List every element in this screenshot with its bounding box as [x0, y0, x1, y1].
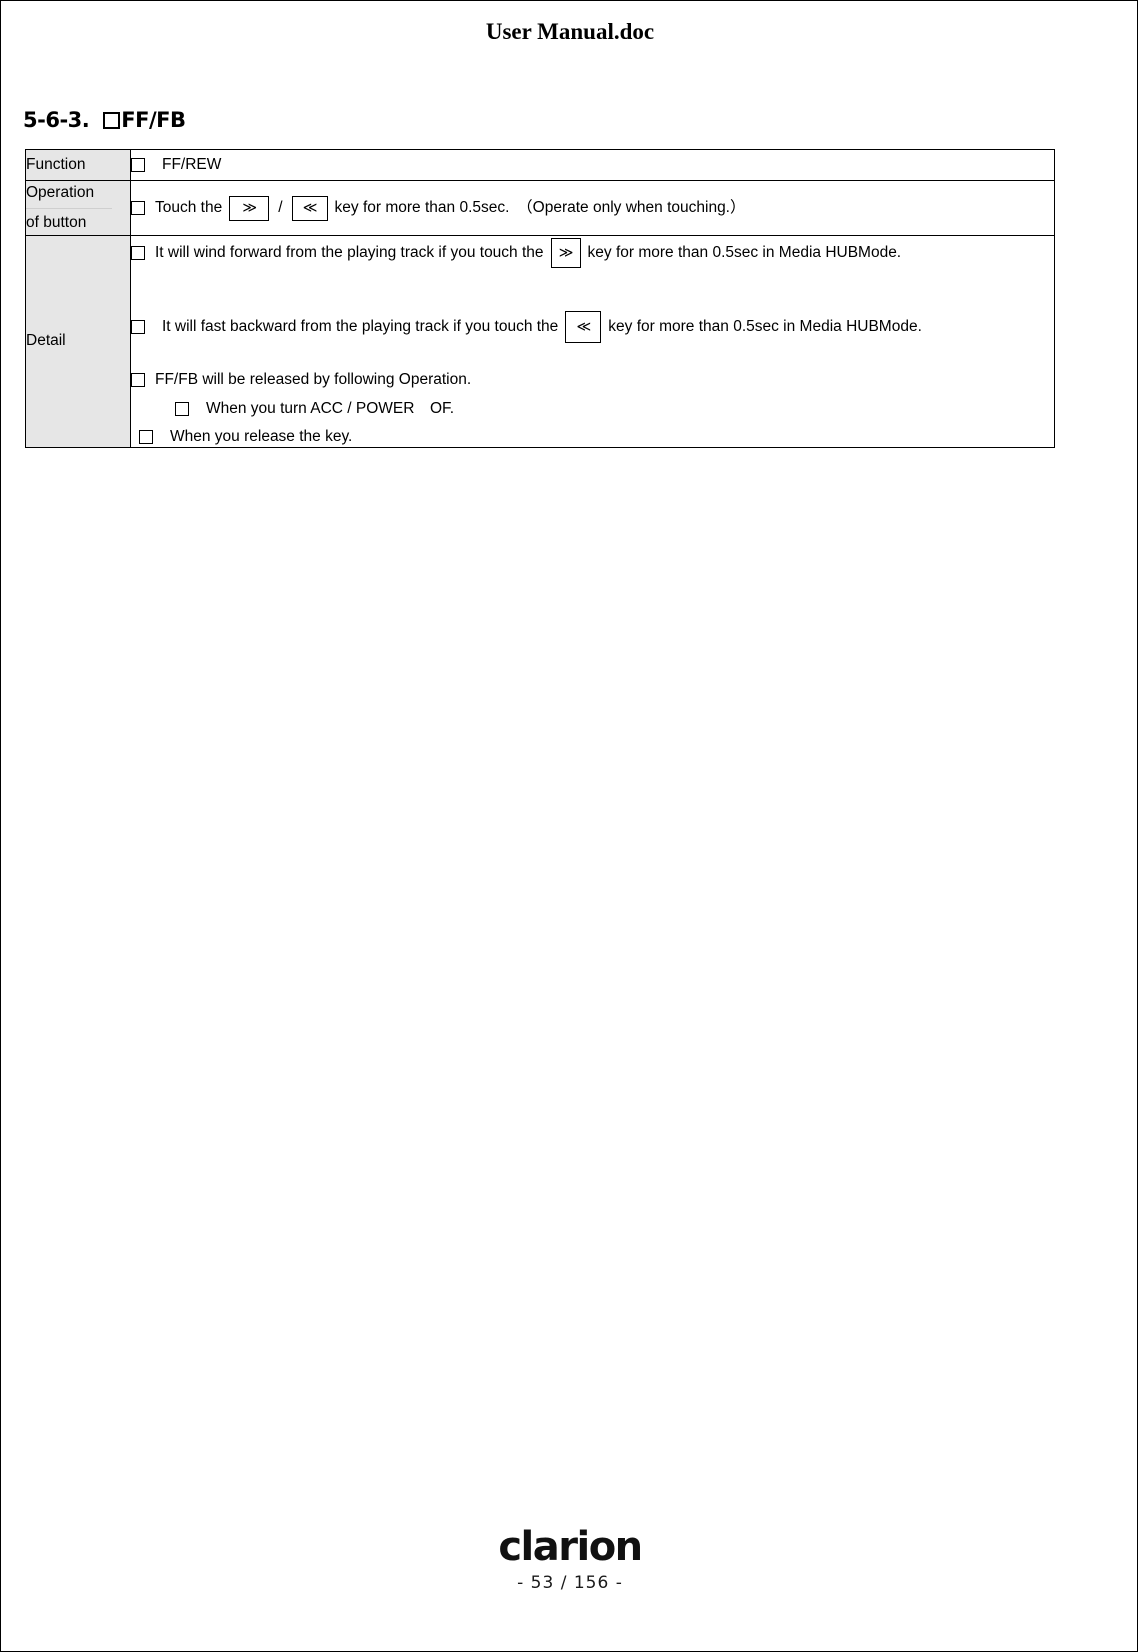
detail-item-5: When you release the key.: [139, 428, 1054, 447]
fast-forward-key-icon[interactable]: ≫: [550, 238, 581, 268]
detail-item-4: When you turn ACC / POWER OF.: [175, 400, 1054, 419]
document-title: User Manual.doc: [485, 19, 655, 44]
section-number: 5-6-3.: [23, 108, 90, 132]
operation-line: Touch the ≫ / ≪ key for more than 0.5sec…: [131, 195, 1054, 221]
rewind-key-icon[interactable]: ≪: [565, 311, 602, 343]
row-label-operation: Operation of button: [25, 180, 131, 236]
detail-item-5-text: When you release the key.: [170, 428, 353, 446]
operation-text-after: key for more than 0.5sec. （Operate only …: [334, 198, 746, 216]
empty-checkbox-icon[interactable]: [175, 401, 189, 416]
function-line: FF/REW: [131, 156, 1054, 175]
table-row-detail: Detail It will wind forward from the pla…: [25, 235, 1055, 448]
detail-item-1-text-after: key for more than 0.5sec in Media HUBMod…: [587, 243, 902, 261]
spec-table: Function FF/REW Operation of button Touc…: [25, 149, 1055, 448]
detail-item-4-text: When you turn ACC / POWER OF.: [206, 399, 455, 417]
empty-checkbox-icon[interactable]: [131, 246, 145, 260]
row-label-function: Function: [25, 149, 131, 181]
detail-item-1: It will wind forward from the playing tr…: [131, 238, 1054, 268]
label-divider: [26, 207, 112, 209]
empty-checkbox-icon: [103, 111, 121, 129]
table-row-operation: Operation of button Touch the ≫ / ≪ key …: [25, 180, 1055, 236]
fast-forward-key-icon[interactable]: ≫: [229, 195, 270, 221]
function-text: FF/REW: [162, 155, 222, 173]
detail-item-2-text-before: It will fast backward from the playing t…: [162, 317, 559, 335]
detail-item-2: It will fast backward from the playing t…: [131, 311, 1054, 343]
empty-checkbox-icon[interactable]: [131, 158, 145, 172]
row-label-detail: Detail: [25, 235, 131, 448]
empty-checkbox-icon[interactable]: [139, 430, 153, 445]
empty-checkbox-icon[interactable]: [131, 201, 145, 215]
detail-item-3: FF/FB will be released by following Oper…: [131, 371, 1054, 390]
page-number: - 53 / 156 -: [517, 1573, 623, 1593]
operation-text-before: Touch the: [155, 198, 223, 216]
empty-checkbox-icon[interactable]: [131, 373, 145, 388]
row-value-operation: Touch the ≫ / ≪ key for more than 0.5sec…: [130, 180, 1055, 236]
clarion-logo: clarion: [498, 1524, 643, 1570]
rewind-key-icon[interactable]: ≪: [291, 195, 328, 221]
empty-checkbox-icon[interactable]: [131, 320, 145, 334]
section-heading-label: FF/FB: [121, 108, 186, 132]
detail-item-1-text-before: It will wind forward from the playing tr…: [155, 243, 544, 261]
row-value-function: FF/REW: [130, 149, 1055, 181]
table-row-function: Function FF/REW: [25, 149, 1055, 181]
row-label-operation-line2: of button: [26, 213, 87, 231]
row-value-detail: It will wind forward from the playing tr…: [130, 235, 1055, 448]
page-footer: clarion - 53 / 156 -: [1, 1524, 1137, 1593]
detail-item-2-text-after: key for more than 0.5sec in Media HUBMod…: [608, 317, 922, 335]
key-separator: /: [278, 198, 283, 216]
document-page: User Manual.doc 5-6-3. FF/FB Function FF…: [0, 0, 1138, 1652]
row-label-operation-line1: Operation: [26, 184, 95, 202]
section-heading: 5-6-3. FF/FB: [23, 108, 186, 132]
detail-item-3-text: FF/FB will be released by following Oper…: [155, 371, 472, 388]
